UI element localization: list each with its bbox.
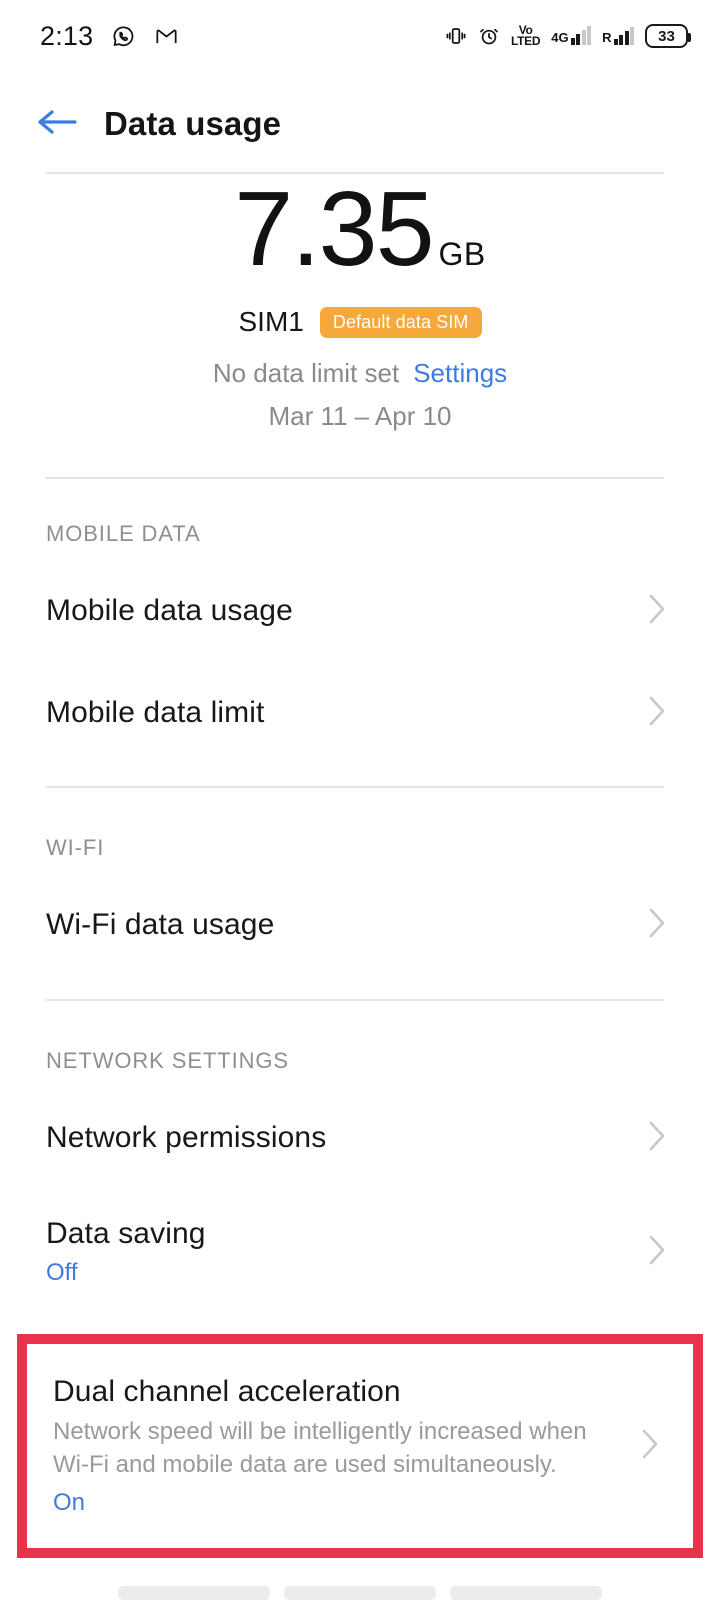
status-bar-right: Vo LTED 4G R 33	[445, 23, 691, 48]
data-limit-status: No data limit set	[212, 358, 400, 388]
sim-name-label: SIM1	[238, 306, 304, 337]
data-limit-row: No data limit set Settings	[0, 358, 720, 389]
status-bar: 2:13 Vo LTED 4G R 33	[0, 0, 720, 72]
section-header-wifi: WI-FI	[46, 835, 105, 860]
row-mobile-data-usage-texts: Mobile data usage	[46, 594, 293, 628]
row-state-value: On	[53, 1489, 86, 1517]
row-description: Network speed will be intelligently incr…	[53, 1417, 587, 1478]
status-bar-left: 2:13	[40, 21, 179, 52]
alarm-icon	[478, 25, 500, 47]
battery-icon: 33	[645, 24, 691, 48]
row-dual-channel-texts: Dual channel acceleration Network speed …	[53, 1375, 593, 1517]
section-header-mobile-data: MOBILE DATA	[46, 521, 201, 546]
row-mobile-data-usage[interactable]: Mobile data usage	[0, 584, 720, 638]
divider-mobile-data	[46, 786, 664, 788]
row-title: Wi-Fi data usage	[46, 908, 275, 941]
chevron-right-icon	[646, 906, 668, 945]
usage-value: 7.35	[234, 170, 434, 288]
signal-4g-icon: 4G	[551, 25, 592, 45]
row-dual-channel-acceleration[interactable]: Dual channel acceleration Network speed …	[17, 1344, 703, 1548]
default-data-sim-badge: Default data SIM	[319, 306, 482, 338]
settings-link[interactable]: Settings	[413, 358, 507, 389]
highlight-annotation-box: Dual channel acceleration Network speed …	[17, 1334, 703, 1558]
phone-screen: 2:13 Vo LTED 4G R 33 Data usage 7.35 GB …	[0, 0, 720, 1600]
row-mobile-data-limit-texts: Mobile data limit	[46, 696, 264, 730]
sim-row: SIM1 Default data SIM	[0, 306, 720, 338]
chevron-right-icon	[646, 1119, 668, 1158]
row-mobile-data-limit[interactable]: Mobile data limit	[0, 686, 720, 740]
chevron-right-icon	[646, 694, 668, 733]
status-bar-clock: 2:13	[40, 20, 94, 51]
divider-top	[46, 172, 664, 174]
back-button[interactable]	[20, 107, 94, 142]
row-title: Dual channel acceleration	[53, 1374, 401, 1408]
row-title: Mobile data usage	[46, 594, 293, 627]
section-header-network-settings: NETWORK SETTINGS	[46, 1048, 289, 1073]
row-network-permissions-texts: Network permissions	[46, 1121, 326, 1155]
volte-icon: Vo LTED	[511, 23, 541, 48]
row-title: Mobile data limit	[46, 696, 265, 729]
row-title: Data saving	[46, 1217, 206, 1250]
signal-bars-sim1	[570, 25, 592, 45]
signal-bars-sim2	[613, 26, 634, 45]
row-network-permissions[interactable]: Network permissions	[0, 1111, 720, 1165]
row-state-value: Off	[46, 1259, 78, 1286]
row-title: Network permissions	[46, 1121, 327, 1154]
nav-segment-home[interactable]	[284, 1586, 436, 1600]
row-data-saving[interactable]: Data saving Off	[0, 1207, 720, 1297]
billing-cycle-range: Mar 11 – Apr 10	[268, 401, 452, 431]
volte-bottom-label: LTED	[511, 34, 541, 48]
divider-summary	[46, 477, 664, 479]
chevron-right-icon	[646, 592, 668, 631]
usage-summary: 7.35 GB SIM1 Default data SIM No data li…	[0, 176, 720, 432]
gmail-icon	[154, 24, 179, 49]
usage-unit: GB	[438, 236, 486, 272]
battery-level-label: 33	[658, 27, 675, 45]
network-type-label: 4G	[551, 29, 569, 45]
divider-wifi	[46, 999, 664, 1001]
usage-amount: 7.35 GB	[0, 176, 720, 282]
vibrate-icon	[445, 25, 467, 47]
row-data-saving-texts: Data saving Off	[46, 1217, 206, 1287]
app-bar: Data usage	[0, 88, 720, 160]
signal-roaming-icon: R	[602, 26, 634, 45]
row-wifi-data-usage[interactable]: Wi-Fi data usage	[0, 898, 720, 952]
chevron-right-icon	[646, 1233, 668, 1272]
nav-segment-recents[interactable]	[118, 1586, 270, 1600]
bottom-navigation-bar	[0, 1578, 720, 1600]
nav-segment-back[interactable]	[450, 1586, 602, 1600]
roaming-label: R	[602, 29, 612, 45]
whatsapp-icon	[111, 24, 136, 49]
page-title: Data usage	[104, 105, 282, 142]
chevron-right-icon	[639, 1427, 661, 1466]
back-arrow-icon	[35, 107, 79, 142]
row-wifi-data-usage-texts: Wi-Fi data usage	[46, 908, 274, 942]
